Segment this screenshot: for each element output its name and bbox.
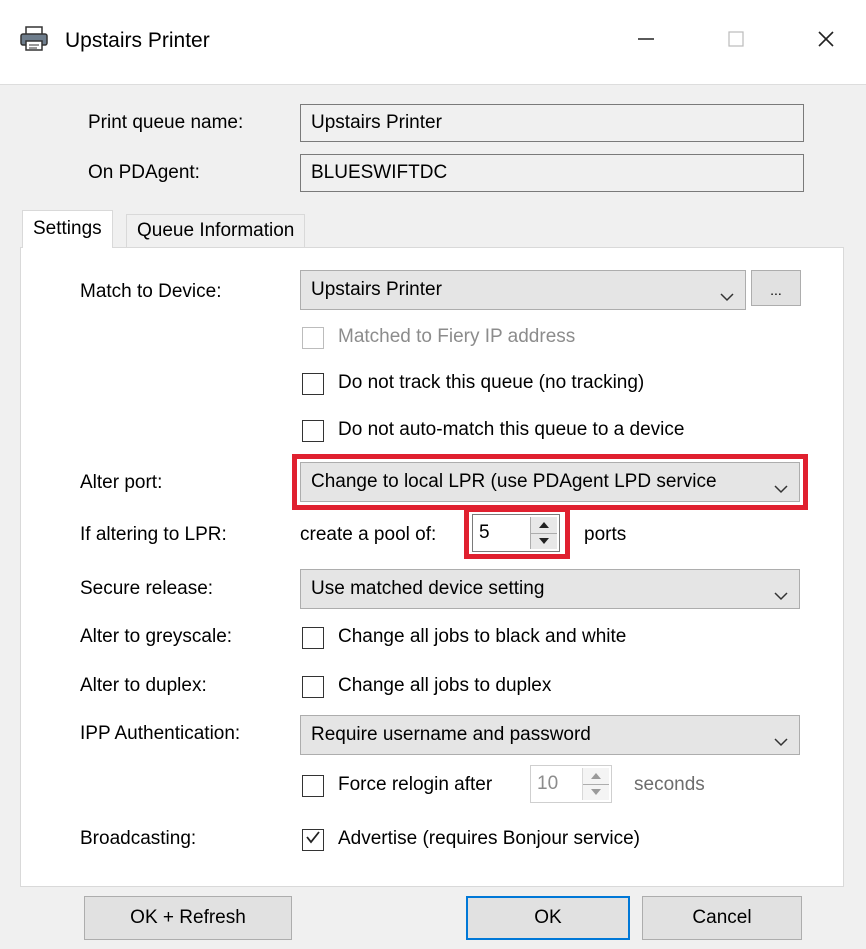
title-separator [0, 84, 866, 85]
pool-prefix-label: create a pool of: [300, 524, 437, 545]
ipp-auth-label: IPP Authentication: [80, 723, 241, 744]
matched-fiery-checkbox [302, 327, 324, 349]
title-bar: Upstairs Printer [0, 0, 866, 84]
alter-port-value: Change to local LPR (use PDAgent LPD ser… [311, 471, 717, 492]
match-device-label: Match to Device: [80, 281, 222, 302]
alter-port-dropdown[interactable]: Change to local LPR (use PDAgent LPD ser… [300, 462, 800, 502]
relogin-seconds-spinner: 10 [530, 765, 612, 803]
advertise-checkbox[interactable] [302, 829, 324, 851]
alter-port-label: Alter port: [80, 472, 163, 493]
minimize-button[interactable] [616, 22, 676, 62]
ok-refresh-button[interactable]: OK + Refresh [84, 896, 292, 940]
greyscale-checkbox[interactable] [302, 627, 324, 649]
pool-size-spinner[interactable]: 5 [472, 514, 560, 552]
ok-refresh-label: OK + Refresh [130, 907, 246, 928]
print-queue-name-label: Print queue name: [88, 112, 244, 133]
spin-up-icon[interactable] [531, 517, 557, 533]
match-device-value: Upstairs Printer [311, 279, 442, 300]
chevron-down-icon [719, 281, 735, 302]
cancel-label: Cancel [692, 907, 752, 928]
checkmark-icon [305, 829, 321, 851]
minimize-icon [636, 29, 656, 55]
spin-down-icon [583, 783, 609, 800]
close-button[interactable] [796, 22, 856, 62]
browse-button-label: ... [770, 282, 782, 298]
chevron-down-icon [773, 726, 789, 747]
print-queue-name-field: Upstairs Printer [300, 104, 804, 142]
maximize-button [706, 22, 766, 62]
force-relogin-label: Force relogin after [338, 774, 493, 795]
ipp-auth-value: Require username and password [311, 724, 591, 745]
duplex-label: Alter to duplex: [80, 675, 207, 696]
duplex-checkbox[interactable] [302, 676, 324, 698]
greyscale-checkbox-label: Change all jobs to black and white [338, 626, 627, 647]
greyscale-label: Alter to greyscale: [80, 626, 233, 647]
secure-release-dropdown[interactable]: Use matched device setting [300, 569, 800, 609]
ipp-auth-dropdown[interactable]: Require username and password [300, 715, 800, 755]
chevron-down-icon [773, 580, 789, 601]
no-tracking-label: Do not track this queue (no tracking) [338, 372, 645, 393]
window-title: Upstairs Printer [65, 29, 210, 52]
force-relogin-checkbox[interactable] [302, 775, 324, 797]
spin-up-icon [583, 768, 609, 784]
spin-down-icon[interactable] [531, 532, 557, 549]
broadcasting-label: Broadcasting: [80, 828, 197, 849]
tab-settings[interactable]: Settings [22, 210, 113, 248]
match-device-dropdown[interactable]: Upstairs Printer [300, 270, 746, 310]
no-automatch-label: Do not auto-match this queue to a device [338, 419, 685, 440]
advertise-label: Advertise (requires Bonjour service) [338, 828, 641, 849]
no-automatch-checkbox[interactable] [302, 420, 324, 442]
chevron-down-icon [773, 473, 789, 494]
lpr-label: If altering to LPR: [80, 524, 227, 545]
printer-icon [20, 26, 48, 52]
pdagent-field: BLUESWIFTDC [300, 154, 804, 192]
pool-size-value[interactable]: 5 [479, 522, 490, 544]
secure-release-label: Secure release: [80, 578, 214, 599]
pool-suffix-label: ports [584, 524, 627, 545]
secure-release-value: Use matched device setting [311, 578, 545, 599]
close-icon [816, 29, 836, 55]
browse-device-button[interactable]: ... [751, 270, 801, 306]
relogin-seconds-value: 10 [537, 773, 559, 794]
ok-button[interactable]: OK [466, 896, 630, 940]
duplex-checkbox-label: Change all jobs to duplex [338, 675, 552, 696]
pdagent-label: On PDAgent: [88, 162, 200, 183]
relogin-suffix-label: seconds [634, 774, 705, 795]
cancel-button[interactable]: Cancel [642, 896, 802, 940]
tab-queue-information[interactable]: Queue Information [126, 214, 306, 248]
maximize-icon [726, 29, 746, 55]
matched-fiery-label: Matched to Fiery IP address [338, 326, 576, 347]
no-tracking-checkbox[interactable] [302, 373, 324, 395]
ok-label: OK [534, 907, 562, 928]
